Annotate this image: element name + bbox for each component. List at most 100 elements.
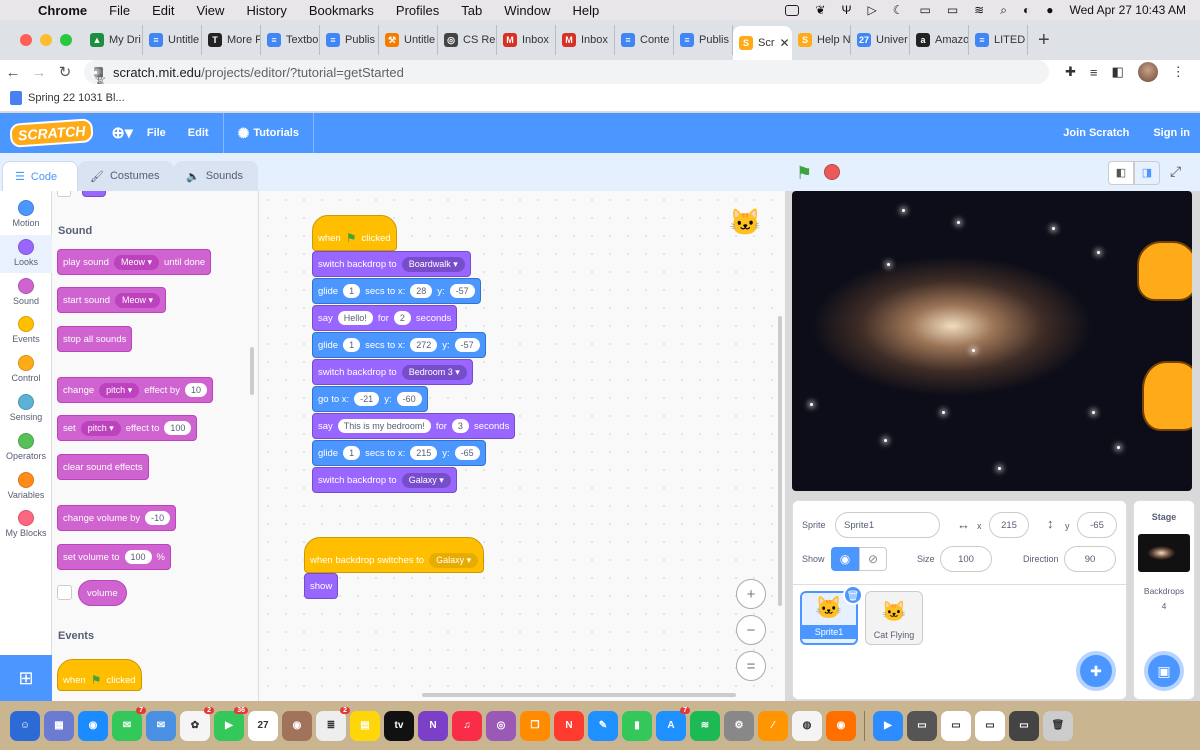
number-input[interactable]: -57	[454, 338, 480, 352]
browser-tab[interactable]: M Inbox	[497, 25, 556, 55]
dock-app-icon[interactable]: A7	[656, 706, 690, 741]
sound-dropdown[interactable]: Meow ▾	[113, 254, 159, 270]
fullscreen-icon[interactable]: ⤢	[1170, 163, 1181, 180]
menu-bookmarks[interactable]: Bookmarks	[309, 3, 374, 18]
category-variables[interactable]: Variables	[0, 468, 52, 506]
close-window-button[interactable]	[20, 34, 32, 46]
number-input[interactable]: 10	[184, 383, 207, 397]
dock-app-icon[interactable]: ▭	[941, 710, 971, 741]
minimize-window-button[interactable]	[40, 34, 52, 46]
dock-app-icon[interactable]: N	[418, 710, 448, 741]
backdrop-dropdown[interactable]: Bedroom 3 ▾	[401, 364, 467, 380]
block-show[interactable]: show	[304, 573, 339, 599]
sprite-tile-cat-flying[interactable]: 🐱 Cat Flying	[865, 591, 923, 645]
dock-app-icon[interactable]: ⚙	[724, 710, 754, 741]
tab-costumes[interactable]: 🖌 Costumes	[78, 161, 174, 191]
script-hat-when-backdrop-switches[interactable]: when backdrop switches to Galaxy ▾	[304, 537, 485, 573]
script-area[interactable]: 🐱 when ⚑ clicked switch backdrop to Boar…	[259, 191, 785, 701]
text-input[interactable]: Hello!	[337, 311, 373, 325]
block-stop-all-sounds[interactable]: stop all sounds	[57, 326, 133, 352]
x-input[interactable]: 215	[989, 512, 1029, 538]
block-switch-backdrop[interactable]: switch backdrop to Galaxy ▾	[312, 467, 457, 493]
menu-edit[interactable]: Edit	[152, 3, 174, 18]
dock-app-icon[interactable]: ✎	[588, 710, 618, 741]
dock-app-icon[interactable]: ❒	[520, 710, 550, 741]
dock-app-icon[interactable]: ▮	[622, 710, 652, 741]
back-arrow-icon[interactable]: ←	[0, 64, 26, 81]
effect-dropdown[interactable]: pitch ▾	[80, 420, 121, 436]
add-extension-button[interactable]: ⊞	[0, 655, 52, 701]
scratch-logo[interactable]: SCRATCH	[9, 118, 95, 148]
menu-view[interactable]: View	[196, 3, 224, 18]
tutorials-bulb-icon[interactable]: ✺	[238, 125, 250, 142]
block-say-for-seconds[interactable]: say Hello! for 2 seconds	[312, 305, 458, 331]
cat-sprite[interactable]	[1137, 241, 1192, 301]
palette-partial-block[interactable]	[82, 191, 106, 197]
delete-sprite-trash-icon[interactable]: 🗑	[843, 585, 863, 605]
choose-backdrop-button[interactable]: ▣	[1144, 651, 1184, 691]
number-input[interactable]: 28	[410, 284, 433, 298]
tab-sounds[interactable]: 🔈 Sounds	[174, 161, 258, 191]
dock-app-icon[interactable]: ◉	[282, 710, 312, 741]
number-input[interactable]: 3	[451, 419, 469, 433]
tutorials-button[interactable]: Tutorials	[253, 127, 299, 139]
block-clear-sound-effects[interactable]: clear sound effects	[57, 454, 149, 480]
zoom-window-button[interactable]	[60, 34, 72, 46]
block-say-for-seconds[interactable]: say This is my bedroom! for 3 seconds	[312, 413, 516, 439]
dock-app-icon[interactable]: 27	[248, 710, 278, 741]
play-icon[interactable]: ▷	[867, 3, 876, 17]
block-change-effect[interactable]: change pitch ▾ effect by 10	[57, 377, 213, 403]
number-input[interactable]: 272	[410, 338, 438, 352]
volume-checkbox[interactable]	[57, 585, 72, 600]
browser-tab[interactable]: ≡ Textbo	[261, 25, 320, 55]
script-vertical-scrollbar[interactable]	[778, 316, 782, 606]
sound-dropdown[interactable]: Meow ▾	[115, 292, 161, 308]
dock-app-icon[interactable]: ✉	[146, 710, 176, 741]
category-my-blocks[interactable]: My Blocks	[0, 506, 52, 544]
dock-app-icon[interactable]: ▶ 36	[214, 706, 248, 741]
browser-tab[interactable]: S Help N	[792, 25, 851, 55]
browser-tab[interactable]: ≡ LITED	[969, 25, 1028, 55]
reporter-volume[interactable]: volume	[78, 580, 127, 606]
menu-history[interactable]: History	[246, 3, 286, 18]
palette-scrollbar[interactable]	[250, 347, 254, 395]
chrome-menu-icon[interactable]: ⋮	[1172, 64, 1185, 80]
browser-tab[interactable]: S Scr ✕	[733, 26, 792, 60]
text-input[interactable]: This is my bedroom!	[337, 419, 431, 433]
block-glide[interactable]: glide 1 secs to x: 215 y: -65	[312, 440, 486, 466]
menubar-clock[interactable]: Wed Apr 27 10:43 AM	[1069, 3, 1186, 17]
number-input[interactable]: -60	[396, 392, 422, 406]
dock-app-icon[interactable]: ✉ 7	[112, 706, 146, 741]
display-icon[interactable]: ▭	[919, 3, 930, 17]
menu-window[interactable]: Window	[504, 3, 550, 18]
extensions-puzzle-icon[interactable]: ✚	[1065, 64, 1076, 80]
dock-app-icon[interactable]: ◉	[826, 710, 856, 741]
number-input[interactable]: -10	[145, 511, 171, 525]
language-globe-icon[interactable]: ⊕▾	[111, 123, 132, 143]
dock-app-icon[interactable]: ≣ 2	[316, 706, 350, 741]
number-input[interactable]: 1	[343, 338, 361, 352]
block-glide[interactable]: glide 1 secs to x: 28 y: -57	[312, 278, 481, 304]
browser-tab[interactable]: 27 Univer	[851, 25, 910, 55]
dock-app-icon[interactable]: ◍	[792, 710, 822, 741]
tuning-fork-icon[interactable]: Ψ	[841, 3, 851, 17]
dock-app-icon[interactable]: ▭	[907, 710, 937, 741]
palette-checkbox[interactable]	[57, 191, 71, 197]
cat-sprite[interactable]	[1142, 361, 1192, 431]
category-sensing[interactable]: Sensing	[0, 390, 52, 428]
browser-tab[interactable]: ≡ Publis	[320, 25, 379, 55]
direction-input[interactable]: 90	[1064, 546, 1116, 572]
dock-app-icon[interactable]: ◎	[486, 710, 516, 741]
close-tab-icon[interactable]: ✕	[780, 36, 790, 50]
zoom-reset-button[interactable]: =	[736, 651, 766, 681]
browser-tab[interactable]: ≡ Conte	[615, 25, 674, 55]
small-stage-icon[interactable]: ◧	[1108, 161, 1134, 185]
butterfly-icon[interactable]: ❦	[815, 3, 825, 17]
dock-app-icon[interactable]: ≋	[690, 710, 720, 741]
script-hat-when-flag-clicked[interactable]: when ⚑ clicked	[312, 215, 397, 251]
browser-tab[interactable]: ◎ CS Re	[438, 25, 497, 55]
block-change-volume[interactable]: change volume by -10	[57, 505, 177, 531]
url-bar[interactable]: scratch.mit.edu /projects/editor/?tutori…	[84, 60, 1049, 87]
browser-tab[interactable]: a Amazo	[910, 25, 969, 55]
block-play-sound-until-done[interactable]: play sound Meow ▾ until done	[57, 249, 212, 275]
